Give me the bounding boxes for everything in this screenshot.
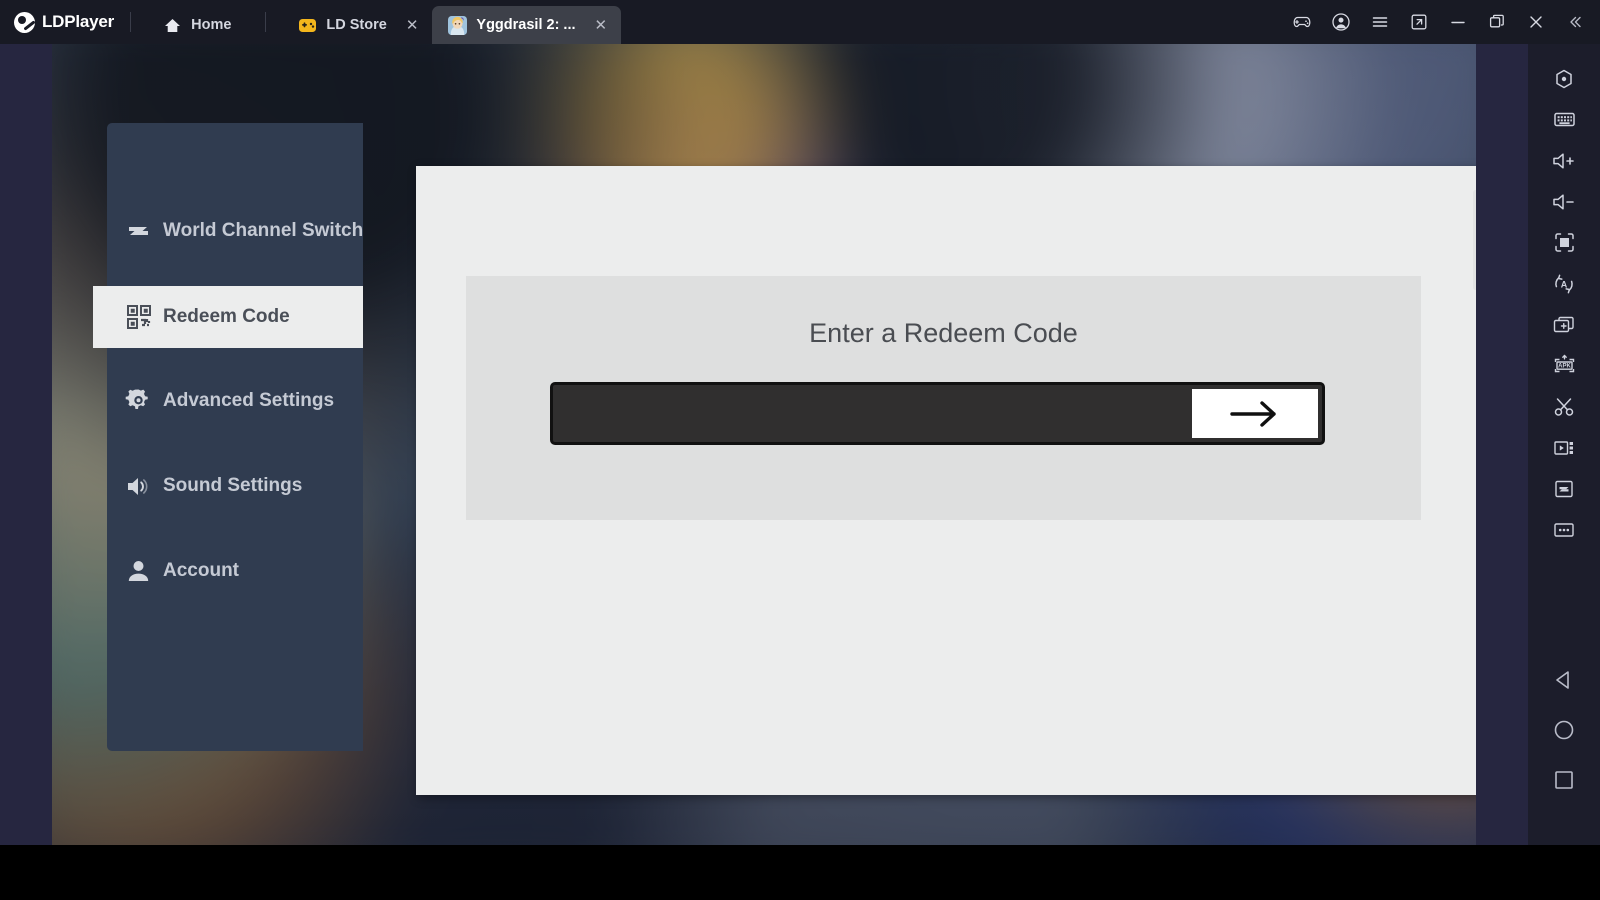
- person-icon: [125, 558, 152, 585]
- menu-top-spacer: [107, 123, 363, 200]
- collapse-icon[interactable]: [1555, 0, 1594, 44]
- volume-up-icon[interactable]: [1528, 140, 1600, 181]
- auto-rotate-icon[interactable]: A: [1528, 263, 1600, 304]
- fullscreen-icon[interactable]: [1528, 222, 1600, 263]
- tab-yggdrasil-label: Yggdrasil 2: ...: [476, 17, 576, 33]
- redeem-code-input[interactable]: [553, 385, 1192, 442]
- game-screen[interactable]: World Channel Switch Redeem Code Advance…: [52, 44, 1476, 845]
- new-instance-icon[interactable]: [1399, 0, 1438, 44]
- tab-ld-store[interactable]: LD Store ✕: [282, 6, 432, 44]
- menu-item-advanced-settings[interactable]: Advanced Settings: [107, 370, 363, 432]
- menu-item-label: Account: [163, 560, 239, 581]
- titlebar-divider: [130, 12, 132, 32]
- window-controls: [1282, 0, 1600, 44]
- keyboard-icon[interactable]: [1528, 99, 1600, 140]
- gamepad-icon[interactable]: [1282, 0, 1321, 44]
- home-icon: [163, 16, 182, 35]
- gamepad-store-icon: [298, 16, 317, 35]
- menu-item-label: World Channel Switch: [163, 220, 364, 241]
- volume-down-icon[interactable]: [1528, 181, 1600, 222]
- svg-text:A: A: [1561, 279, 1568, 289]
- menu-item-label: Redeem Code: [163, 306, 290, 327]
- menu-icon[interactable]: [1360, 0, 1399, 44]
- menu-spacer-4: [107, 517, 363, 540]
- qr-code-icon: [125, 304, 152, 331]
- recents-square-icon[interactable]: [1528, 755, 1600, 805]
- gear-icon: [125, 388, 152, 415]
- arrow-right-icon: [1224, 397, 1286, 431]
- apk-install-icon[interactable]: APK: [1528, 345, 1600, 386]
- menu-item-sound-settings[interactable]: Sound Settings: [107, 455, 363, 517]
- game-avatar-icon: [448, 15, 468, 35]
- tab-ld-store-close-icon[interactable]: ✕: [406, 18, 419, 33]
- scissors-icon[interactable]: [1528, 386, 1600, 427]
- menu-item-label: Advanced Settings: [163, 390, 335, 411]
- bottom-black-bar: [0, 845, 1600, 900]
- account-icon[interactable]: [1321, 0, 1360, 44]
- menu-item-label: Sound Settings: [163, 475, 303, 496]
- tab-ld-store-label: LD Store: [326, 17, 387, 33]
- emulator-left-padding: [0, 44, 52, 845]
- title-bar: LDPlayer Home LD Store ✕ Yggdrasil 2: ..…: [0, 0, 1600, 44]
- menu-item-account[interactable]: Account: [107, 540, 363, 602]
- tab-divider: [265, 12, 267, 32]
- shared-folder-icon[interactable]: [1528, 468, 1600, 509]
- ldplayer-logo-icon: [14, 11, 35, 33]
- back-triangle-icon[interactable]: [1528, 655, 1600, 705]
- tab-home-label: Home: [191, 17, 232, 33]
- menu-item-world-channel-switch[interactable]: World Channel Switch: [107, 200, 363, 262]
- redeem-code-dialog: Enter a Redeem Code: [416, 166, 1476, 795]
- game-settings-menu: World Channel Switch Redeem Code Advance…: [93, 123, 363, 751]
- home-hex-icon[interactable]: [1528, 58, 1600, 99]
- redeem-code-row: [550, 382, 1325, 445]
- menu-item-redeem-code[interactable]: Redeem Code: [93, 286, 363, 348]
- video-record-icon[interactable]: [1528, 427, 1600, 468]
- ldplayer-window: LDPlayer Home LD Store ✕ Yggdrasil 2: ..…: [0, 0, 1600, 900]
- submit-redeem-button[interactable]: [1192, 389, 1318, 438]
- svg-text:APK: APK: [1558, 364, 1571, 370]
- multi-instance-icon[interactable]: [1528, 304, 1600, 345]
- more-icon[interactable]: [1528, 509, 1600, 550]
- menu-spacer-1: [107, 262, 363, 286]
- redeem-panel: Enter a Redeem Code: [466, 276, 1421, 520]
- switch-arrows-icon: [125, 218, 152, 245]
- emulator-body: World Channel Switch Redeem Code Advance…: [0, 44, 1528, 845]
- maximize-icon[interactable]: [1477, 0, 1516, 44]
- minimize-icon[interactable]: [1438, 0, 1477, 44]
- dialog-scrollbar[interactable]: [1473, 190, 1476, 290]
- brand: LDPlayer: [0, 11, 115, 33]
- brand-name: LDPlayer: [42, 12, 115, 31]
- menu-spacer-3: [107, 432, 363, 455]
- tab-home[interactable]: Home: [147, 6, 249, 44]
- tab-yggdrasil[interactable]: Yggdrasil 2: ... ✕: [432, 6, 622, 44]
- close-icon[interactable]: [1516, 0, 1555, 44]
- home-circle-icon[interactable]: [1528, 705, 1600, 755]
- page-title: Enter a Redeem Code: [809, 318, 1078, 348]
- tab-yggdrasil-close-icon[interactable]: ✕: [595, 18, 608, 33]
- speaker-icon: [125, 473, 152, 500]
- menu-spacer-2: [107, 348, 363, 370]
- emulator-toolbar: A APK: [1528, 44, 1600, 845]
